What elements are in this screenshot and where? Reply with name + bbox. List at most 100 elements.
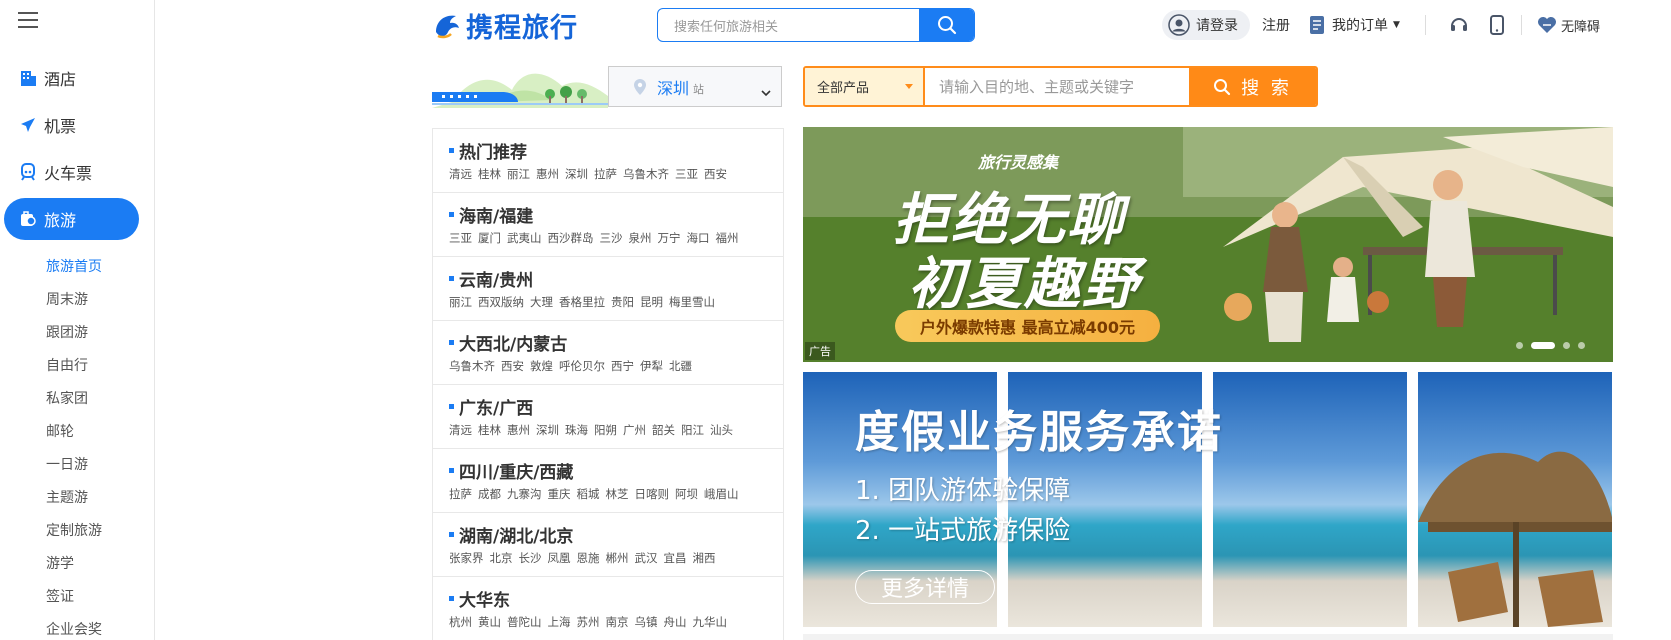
destination-city-link[interactable]: 韶关 <box>652 423 675 437</box>
destination-city-link[interactable]: 汕头 <box>710 423 733 437</box>
destination-city-link[interactable]: 呼伦贝尔 <box>559 359 605 373</box>
destination-city-link[interactable]: 梅里雪山 <box>669 295 715 309</box>
destination-group-title[interactable]: 大西北/内蒙古 <box>449 331 783 355</box>
destination-city-link[interactable]: 黄山 <box>478 615 501 629</box>
destination-city-link[interactable]: 丽江 <box>507 167 530 181</box>
destination-city-link[interactable]: 昆明 <box>640 295 663 309</box>
sidebar-item-hotel[interactable]: 酒店 <box>4 57 139 99</box>
destination-group-title[interactable]: 云南/贵州 <box>449 267 783 291</box>
destination-city-link[interactable]: 三亚 <box>675 167 698 181</box>
destination-search-input[interactable]: 请输入目的地、主题或关键字 <box>925 68 1189 105</box>
carousel-dot-active[interactable] <box>1531 342 1555 349</box>
destination-city-link[interactable]: 上海 <box>548 615 571 629</box>
global-search-input[interactable]: 搜索任何旅游相关 <box>658 9 919 41</box>
destination-city-link[interactable]: 武汉 <box>635 551 658 565</box>
destination-city-link[interactable]: 大理 <box>530 295 553 309</box>
destination-city-link[interactable]: 宜昌 <box>664 551 687 565</box>
destination-city-link[interactable]: 北京 <box>490 551 513 565</box>
destination-city-link[interactable]: 峨眉山 <box>704 487 739 501</box>
destination-city-link[interactable]: 乌镇 <box>635 615 658 629</box>
destination-city-link[interactable]: 舟山 <box>664 615 687 629</box>
destination-city-link[interactable]: 西双版纳 <box>478 295 524 309</box>
subnav-group-tour[interactable]: 跟团游 <box>46 322 88 342</box>
subnav-study-tour[interactable]: 游学 <box>46 553 74 573</box>
carousel-dot[interactable] <box>1578 342 1585 349</box>
destination-city-link[interactable]: 杭州 <box>449 615 472 629</box>
destination-group-title[interactable]: 海南/福建 <box>449 203 783 227</box>
destination-city-link[interactable]: 乌鲁木齐 <box>449 359 495 373</box>
carousel-dot[interactable] <box>1563 342 1570 349</box>
subnav-day-trip[interactable]: 一日游 <box>46 454 88 474</box>
destination-city-link[interactable]: 成都 <box>478 487 501 501</box>
destination-city-link[interactable]: 苏州 <box>577 615 600 629</box>
subnav-independent[interactable]: 自由行 <box>46 355 88 375</box>
destination-city-link[interactable]: 深圳 <box>536 423 559 437</box>
destination-group-title[interactable]: 四川/重庆/西藏 <box>449 459 783 483</box>
destination-city-link[interactable]: 泉州 <box>629 231 652 245</box>
destination-city-link[interactable]: 稻城 <box>577 487 600 501</box>
destination-city-link[interactable]: 张家界 <box>449 551 484 565</box>
destination-city-link[interactable]: 北疆 <box>669 359 692 373</box>
destination-city-link[interactable]: 三亚 <box>449 231 472 245</box>
destination-city-link[interactable]: 香格里拉 <box>559 295 605 309</box>
destination-city-link[interactable]: 惠州 <box>507 423 530 437</box>
destination-city-link[interactable]: 阳朔 <box>594 423 617 437</box>
sidebar-item-travel[interactable]: 旅游 <box>4 198 139 240</box>
destination-city-link[interactable]: 丽江 <box>449 295 472 309</box>
destination-city-link[interactable]: 阳江 <box>681 423 704 437</box>
destination-city-link[interactable]: 清远 <box>449 423 472 437</box>
login-button[interactable]: 请登录 <box>1162 10 1250 40</box>
destination-city-link[interactable]: 拉萨 <box>594 167 617 181</box>
destination-city-link[interactable]: 伊犁 <box>640 359 663 373</box>
global-search-button[interactable] <box>919 9 974 41</box>
destination-city-link[interactable]: 林芝 <box>606 487 629 501</box>
subnav-corporate[interactable]: 企业会奖 <box>46 619 102 639</box>
destination-city-link[interactable]: 阿坝 <box>675 487 698 501</box>
destination-city-link[interactable]: 凤凰 <box>548 551 571 565</box>
subnav-visa[interactable]: 签证 <box>46 586 74 606</box>
destination-city-link[interactable]: 九华山 <box>693 615 728 629</box>
subnav-weekend[interactable]: 周末游 <box>46 289 88 309</box>
product-type-select[interactable]: 全部产品 <box>805 68 925 105</box>
sidebar-item-flights[interactable]: 机票 <box>4 104 139 146</box>
destination-city-link[interactable]: 湘西 <box>693 551 716 565</box>
destination-city-link[interactable]: 深圳 <box>565 167 588 181</box>
more-details-button[interactable]: 更多详情 <box>855 570 995 604</box>
destination-city-link[interactable]: 西沙群岛 <box>548 231 594 245</box>
subnav-theme-tour[interactable]: 主题游 <box>46 487 88 507</box>
destination-city-link[interactable]: 桂林 <box>478 167 501 181</box>
destination-city-link[interactable]: 西安 <box>501 359 524 373</box>
destination-city-link[interactable]: 南京 <box>606 615 629 629</box>
accessibility-button[interactable]: 无障碍 <box>1537 10 1600 40</box>
destination-city-link[interactable]: 福州 <box>716 231 739 245</box>
departure-city-select[interactable]: 深圳 站 <box>608 66 782 107</box>
destination-city-link[interactable]: 普陀山 <box>507 615 542 629</box>
subnav-travel-home[interactable]: 旅游首页 <box>46 256 102 276</box>
sidebar-item-train[interactable]: 火车票 <box>4 151 139 193</box>
destination-city-link[interactable]: 广州 <box>623 423 646 437</box>
destination-city-link[interactable]: 海口 <box>687 231 710 245</box>
destination-city-link[interactable]: 长沙 <box>519 551 542 565</box>
service-promise-banner[interactable]: 度假业务服务承诺 1. 团队游体验保障 2. 一站式旅游保险 更多详情 <box>803 372 1613 627</box>
hamburger-menu-icon[interactable] <box>18 12 38 28</box>
destination-city-link[interactable]: 乌鲁木齐 <box>623 167 669 181</box>
global-search-box[interactable]: 搜索任何旅游相关 <box>657 8 975 42</box>
destination-city-link[interactable]: 清远 <box>449 167 472 181</box>
customer-service-button[interactable] <box>1449 10 1469 40</box>
destination-city-link[interactable]: 西安 <box>704 167 727 181</box>
ctrip-logo[interactable]: 携程旅行 <box>432 8 578 44</box>
destination-group-title[interactable]: 广东/广西 <box>449 395 783 419</box>
destination-city-link[interactable]: 日喀则 <box>635 487 670 501</box>
product-search-button[interactable]: 搜 索 <box>1189 68 1316 105</box>
my-orders-menu[interactable]: 我的订单 ▼ <box>1310 10 1400 40</box>
destination-city-link[interactable]: 万宁 <box>658 231 681 245</box>
destination-city-link[interactable]: 拉萨 <box>449 487 472 501</box>
destination-city-link[interactable]: 贵阳 <box>611 295 634 309</box>
destination-city-link[interactable]: 恩施 <box>577 551 600 565</box>
destination-city-link[interactable]: 重庆 <box>548 487 571 501</box>
destination-city-link[interactable]: 桂林 <box>478 423 501 437</box>
destination-city-link[interactable]: 三沙 <box>600 231 623 245</box>
subnav-custom-tour[interactable]: 定制旅游 <box>46 520 102 540</box>
subnav-private-tour[interactable]: 私家团 <box>46 388 88 408</box>
destination-city-link[interactable]: 九寨沟 <box>507 487 542 501</box>
